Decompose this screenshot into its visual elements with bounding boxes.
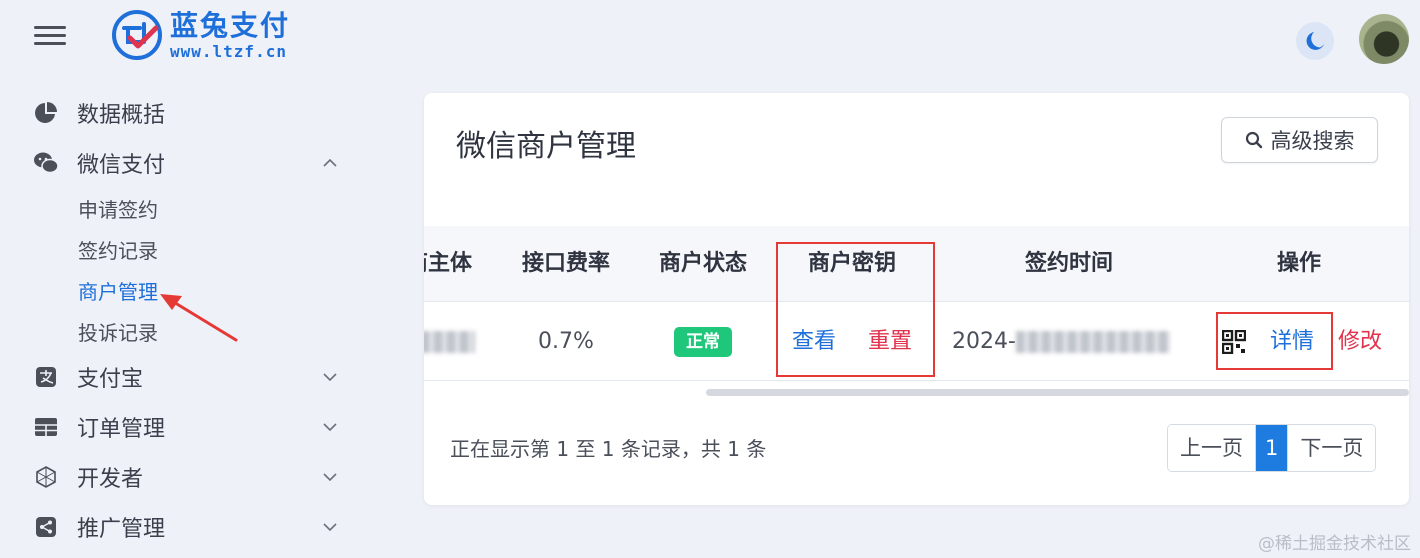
cell-status: 正常 (642, 302, 764, 381)
chevron-down-icon (323, 473, 337, 482)
page-title: 微信商户管理 (456, 129, 636, 164)
sidebar-item-orders[interactable]: 订单管理 (0, 402, 380, 452)
alipay-icon (33, 364, 59, 390)
watermark: @稀土掘金技术社区 (1258, 534, 1411, 554)
sidebar-item-label: 订单管理 (77, 417, 166, 442)
sidebar-subitem-apply[interactable]: 申请签约 (0, 188, 380, 229)
sidebar-item-wechat-pay[interactable]: 微信支付 (0, 138, 380, 188)
prev-page-button[interactable]: 上一页 (1168, 425, 1255, 471)
column-header-actions: 操作 (1276, 251, 1321, 276)
table-icon (33, 414, 59, 440)
page-1-button[interactable]: 1 (1255, 425, 1288, 471)
column-header-sign-time: 签约时间 (1024, 251, 1113, 276)
column-header-rate: 接口费率 (521, 251, 610, 276)
cell-entity-redacted (424, 302, 478, 381)
logo-url: www.ltzf.cn (170, 42, 287, 61)
logo-title: 蓝兔支付 (170, 9, 291, 42)
sidebar-item-label: 数据概括 (77, 103, 166, 128)
records-info: 正在显示第 1 至 1 条记录，共 1 条 (450, 437, 767, 461)
sidebar-item-developer[interactable]: 开发者 (0, 452, 380, 502)
column-header-status: 商户状态 (658, 251, 747, 276)
sidebar-item-label: 支付宝 (77, 367, 144, 392)
search-icon (1245, 131, 1262, 149)
chevron-down-icon (323, 523, 337, 532)
sidebar-item-label: 开发者 (77, 467, 144, 492)
avatar[interactable] (1359, 14, 1409, 64)
chevron-down-icon (323, 373, 337, 382)
sidebar-subitem-records[interactable]: 签约记录 (0, 229, 380, 270)
next-page-button[interactable]: 下一页 (1287, 425, 1376, 471)
edit-link[interactable]: 修改 (1338, 329, 1382, 354)
share-icon (33, 514, 59, 540)
developer-icon (33, 464, 59, 490)
sidebar-item-label: 微信支付 (77, 153, 166, 178)
pie-chart-icon (33, 100, 59, 126)
pagination: 上一页 1 下一页 (1167, 424, 1377, 472)
sidebar-item-alipay[interactable]: 支付宝 (0, 352, 380, 402)
sign-time-prefix: 2024- (952, 329, 1016, 354)
status-badge: 正常 (674, 327, 732, 357)
sidebar-item-promotion[interactable]: 推广管理 (0, 502, 380, 552)
advanced-search-button[interactable]: 高级搜索 (1221, 117, 1378, 163)
table-horizontal-scrollbar[interactable] (706, 389, 1409, 396)
chevron-down-icon (323, 423, 337, 432)
moon-icon (1306, 32, 1324, 50)
wechat-icon (33, 150, 59, 176)
column-header-entity: 商主体 (424, 251, 472, 276)
sidebar-item-label: 推广管理 (77, 517, 166, 542)
annotation-box-key-column (776, 242, 935, 377)
chevron-up-icon (323, 158, 337, 167)
cell-sign-time: 2024- (944, 302, 1194, 381)
theme-toggle-button[interactable] (1296, 22, 1334, 60)
advanced-search-label: 高级搜索 (1270, 129, 1355, 153)
cell-rate: 0.7% (538, 329, 594, 354)
sidebar-item-overview[interactable]: 数据概括 (0, 88, 380, 138)
logo-mark-icon (112, 10, 162, 60)
annotation-box-actions (1216, 312, 1333, 370)
annotation-arrow (160, 294, 238, 342)
hamburger-menu-icon[interactable] (34, 26, 66, 46)
logo[interactable]: 蓝兔支付 www.ltzf.cn (110, 8, 290, 62)
sign-time-redacted (1015, 331, 1170, 353)
